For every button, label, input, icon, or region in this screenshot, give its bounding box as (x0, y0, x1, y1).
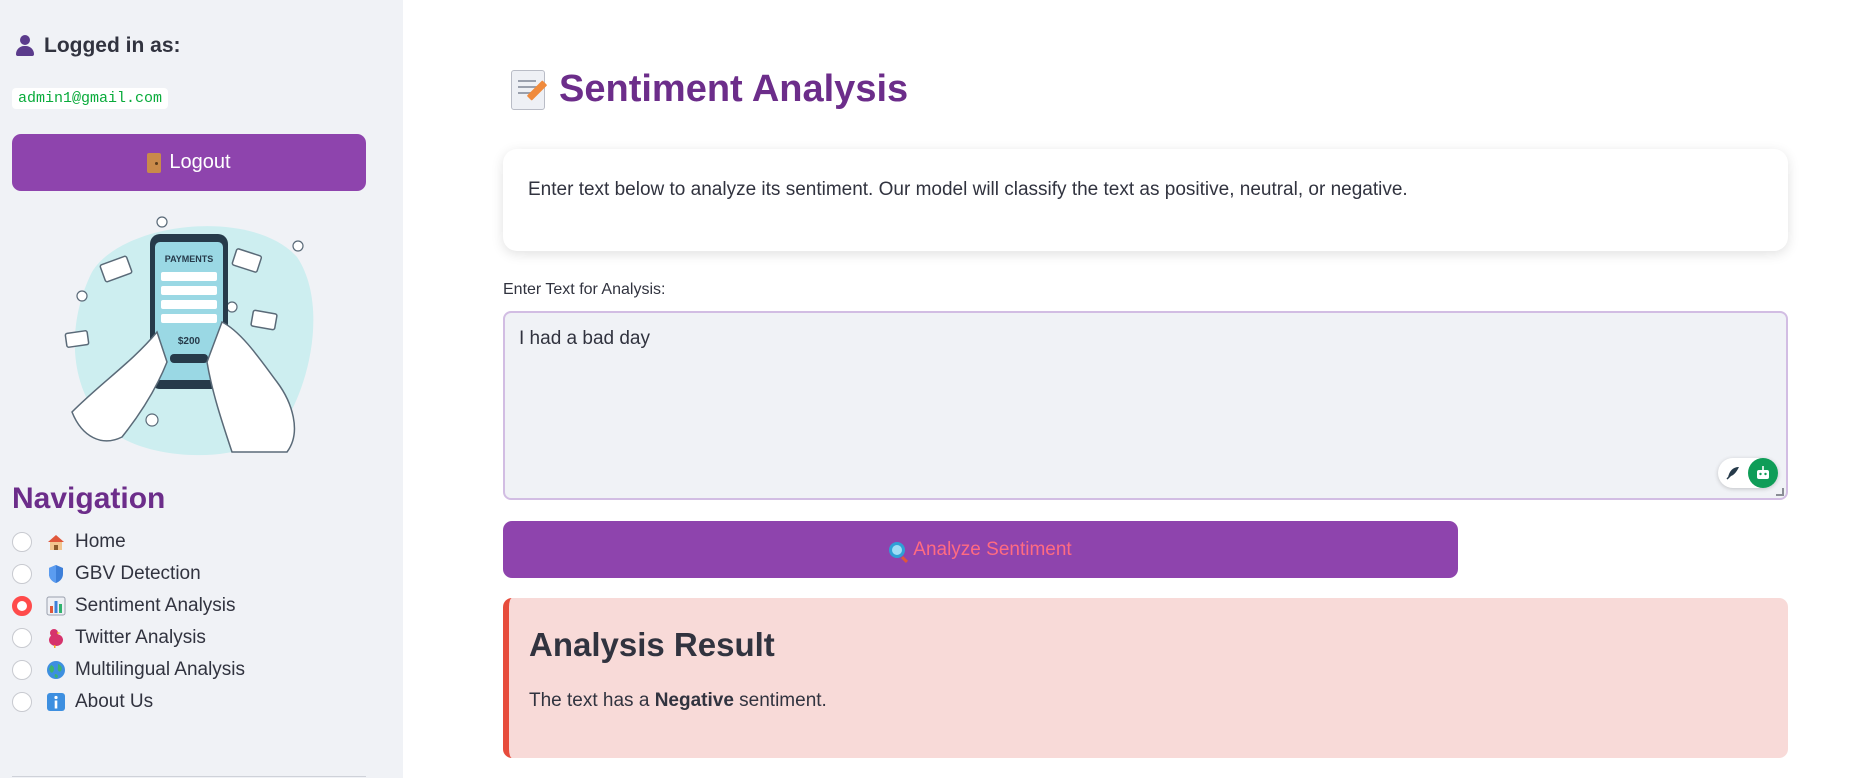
nav-radio-about-us[interactable] (12, 692, 32, 712)
nav-label-about-us: About Us (75, 691, 154, 712)
nav-item-twitter-analysis[interactable]: Twitter Analysis (12, 622, 245, 654)
illustration-amount: $200 (178, 336, 201, 347)
payments-illustration: PAYMENTS $200 (64, 216, 314, 456)
magnifier-icon (889, 541, 906, 558)
result-prefix: The text has a (529, 690, 655, 711)
analyze-sentiment-button[interactable]: Analyze Sentiment (503, 521, 1458, 578)
user-icon (14, 34, 36, 58)
memo-icon (511, 69, 548, 110)
result-card: Analysis Result The text has a Negative … (503, 598, 1788, 758)
text-input-container: I had a bad day (503, 311, 1788, 500)
main-content: Sentiment Analysis Enter text below to a… (403, 0, 1873, 778)
nav-radio-group: Home GBV Detection Sentiment Analysis Tw… (12, 526, 245, 718)
bar-chart-icon (45, 595, 67, 617)
logged-in-label: Logged in as: (44, 34, 181, 57)
nav-item-sentiment-analysis[interactable]: Sentiment Analysis (12, 590, 245, 622)
nav-title: Navigation (12, 482, 166, 515)
logout-button[interactable]: Logout (12, 134, 366, 191)
text-input-label: Enter Text for Analysis: (503, 281, 666, 298)
page-title: Sentiment Analysis (559, 68, 909, 110)
result-text: The text has a Negative sentiment. (529, 690, 1768, 712)
nav-item-gbv-detection[interactable]: GBV Detection (12, 558, 245, 590)
illustration-title: PAYMENTS (165, 254, 214, 264)
sidebar: Logged in as: admin1@gmail.com Logout PA… (0, 0, 403, 778)
nav-label-gbv-detection: GBV Detection (75, 563, 201, 584)
feather-icon[interactable] (1718, 458, 1748, 488)
intro-text: Enter text below to analyze its sentimen… (528, 179, 1408, 200)
house-icon (45, 531, 67, 553)
nav-label-multilingual-analysis: Multilingual Analysis (75, 659, 246, 680)
door-icon (147, 152, 162, 173)
globe-icon (45, 659, 67, 681)
info-icon (45, 691, 67, 713)
result-sentiment: Negative (654, 690, 734, 711)
bird-icon (45, 627, 67, 649)
nav-radio-home[interactable] (12, 532, 32, 552)
textarea-tools (1718, 458, 1778, 488)
result-suffix: sentiment. (733, 690, 827, 711)
nav-radio-sentiment-analysis[interactable] (12, 596, 32, 616)
nav-item-multilingual-analysis[interactable]: Multilingual Analysis (12, 654, 245, 686)
result-title: Analysis Result (529, 626, 775, 663)
text-input[interactable]: I had a bad day (505, 313, 1786, 498)
nav-label-twitter-analysis: Twitter Analysis (75, 627, 206, 648)
analyze-button-label: Analyze Sentiment (913, 538, 1072, 560)
resize-handle[interactable] (1776, 488, 1784, 496)
intro-card: Enter text below to analyze its sentimen… (503, 149, 1788, 251)
user-email: admin1@gmail.com (12, 88, 169, 109)
nav-radio-gbv-detection[interactable] (12, 564, 32, 584)
logged-in-row: Logged in as: (14, 34, 181, 58)
nav-radio-twitter-analysis[interactable] (12, 628, 32, 648)
nav-item-home[interactable]: Home (12, 526, 245, 558)
sidebar-divider (12, 776, 366, 777)
logout-label: Logout (169, 151, 231, 173)
nav-item-about-us[interactable]: About Us (12, 686, 245, 718)
nav-radio-multilingual-analysis[interactable] (12, 660, 32, 680)
page-header: Sentiment Analysis (511, 68, 908, 111)
robot-icon[interactable] (1748, 458, 1778, 488)
shield-icon (45, 563, 67, 585)
nav-label-home: Home (75, 531, 126, 552)
nav-label-sentiment-analysis: Sentiment Analysis (75, 595, 236, 616)
